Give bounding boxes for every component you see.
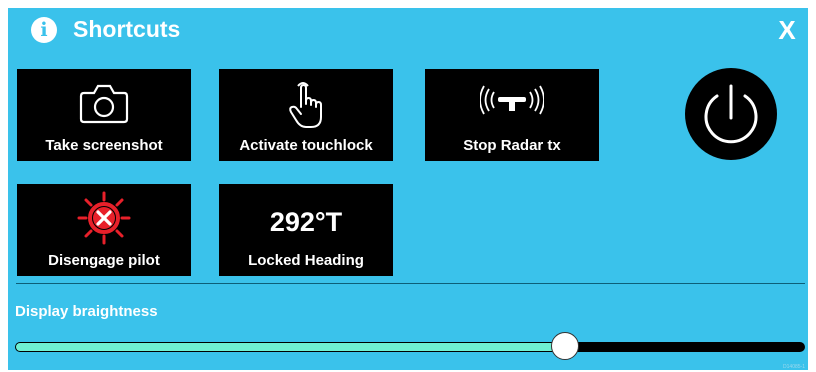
radar-antenna-icon [425, 83, 599, 133]
divider [16, 283, 805, 284]
stop-radar-tx-button[interactable]: Stop Radar tx [425, 69, 599, 161]
helm-cross-icon [17, 190, 191, 245]
header: i Shortcuts X [8, 8, 808, 52]
close-button[interactable]: X [775, 15, 799, 45]
activate-touchlock-button[interactable]: Activate touchlock [219, 69, 393, 161]
tile-label: Take screenshot [45, 137, 163, 154]
tile-label: Activate touchlock [239, 137, 373, 154]
power-icon [704, 84, 758, 144]
slider-thumb[interactable] [551, 332, 579, 360]
tile-label: Locked Heading [248, 252, 364, 269]
tile-label: Stop Radar tx [463, 137, 561, 154]
touch-hand-icon [219, 77, 393, 128]
camera-icon [17, 79, 191, 129]
brightness-slider[interactable] [15, 332, 805, 360]
power-button[interactable] [685, 68, 777, 160]
shortcuts-panel: i Shortcuts X Take screenshot Activate t… [8, 8, 808, 370]
image-code: D14085-1 [783, 364, 805, 370]
take-screenshot-button[interactable]: Take screenshot [17, 69, 191, 161]
disengage-pilot-button[interactable]: Disengage pilot [17, 184, 191, 276]
tile-label: Disengage pilot [48, 252, 160, 269]
page-title: Shortcuts [73, 16, 181, 42]
heading-value: 292°T [269, 207, 343, 237]
info-icon[interactable]: i [31, 17, 57, 43]
brightness-label: Display braightness [15, 303, 158, 320]
slider-fill [16, 343, 565, 351]
locked-heading-tile[interactable]: 292°T Locked Heading [219, 184, 393, 276]
